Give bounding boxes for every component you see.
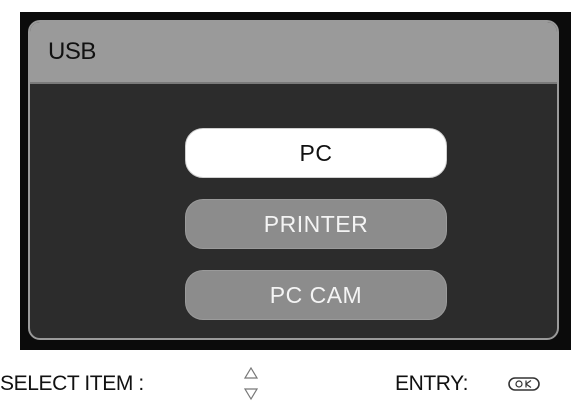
ok-button-icon	[508, 377, 540, 391]
title-bar: USB	[30, 22, 557, 84]
menu-item-label: PRINTER	[263, 210, 369, 237]
menu-item-pc[interactable]: PC	[185, 128, 447, 178]
footer-hints: SELECT ITEM : ENTRY:	[0, 350, 571, 416]
up-down-arrows-icon	[244, 367, 258, 401]
menu-item-label: PC	[299, 139, 333, 166]
menu-item-label: PC CAM	[269, 281, 363, 308]
select-item-label: SELECT ITEM :	[0, 372, 144, 395]
entry-label: ENTRY:	[395, 372, 469, 395]
menu-title: USB	[48, 38, 96, 65]
menu-item-pc-cam[interactable]: PC CAM	[185, 270, 447, 320]
usb-menu-panel: USB PC PRINTER PC CAM	[28, 20, 559, 340]
menu-item-printer[interactable]: PRINTER	[185, 199, 447, 249]
camera-screen: USB PC PRINTER PC CAM	[20, 12, 571, 350]
